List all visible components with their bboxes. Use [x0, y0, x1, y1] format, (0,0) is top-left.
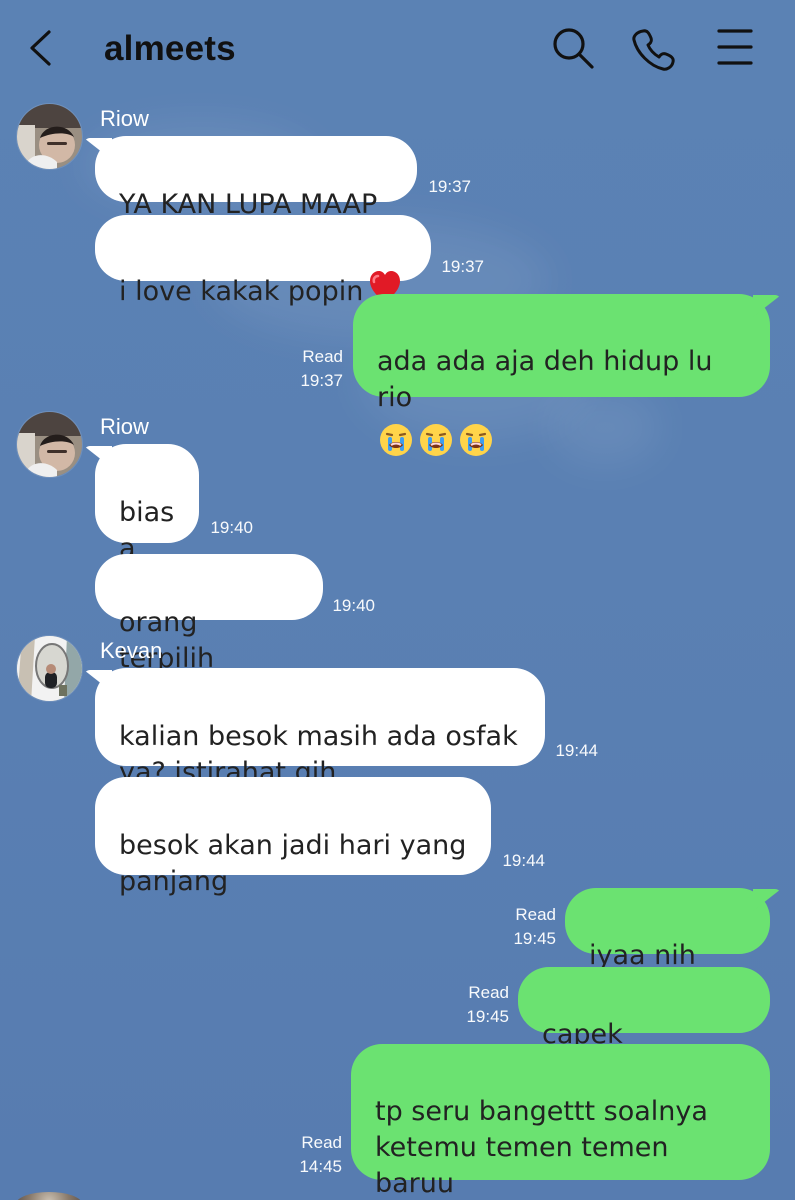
message-text: tp seru bangettt soalnya ketemu temen te…	[375, 1096, 708, 1199]
avatar-image	[17, 104, 82, 169]
read-status: Read	[515, 905, 556, 924]
message-text: i love kakak popin	[119, 276, 364, 307]
read-status: Read	[468, 983, 509, 1002]
message-meta: Read 14:45	[290, 1133, 342, 1177]
message-bubble[interactable]: capek bangettt	[518, 967, 770, 1086]
message-time: 14:45	[299, 1157, 342, 1176]
message-time: 19:45	[513, 929, 556, 948]
avatar[interactable]	[16, 103, 83, 170]
read-status: Read	[302, 347, 343, 366]
message-meta: 19:37	[436, 257, 484, 277]
message-meta: Read 19:45	[506, 905, 556, 949]
back-button[interactable]	[18, 24, 62, 72]
message-meta: 19:37	[423, 177, 471, 197]
loudly-crying-face-emoji	[377, 421, 415, 459]
message-time: 19:44	[502, 851, 545, 870]
avatar-image	[17, 636, 82, 701]
message-meta: 19:44	[550, 741, 598, 761]
message-time: 19:40	[210, 518, 253, 537]
message-bubble[interactable]: besok akan jadi hari yang panjang	[95, 777, 491, 897]
message-time: 19:45	[466, 1007, 509, 1026]
message-text: besok akan jadi hari yang panjang	[119, 830, 467, 897]
message-time: 19:37	[428, 177, 471, 196]
loudly-crying-face-emoji	[457, 421, 495, 459]
message-time: 19:37	[441, 257, 484, 276]
menu-button[interactable]	[710, 23, 760, 73]
sender-name: Riow	[100, 414, 149, 439]
message-time: 19:37	[300, 371, 343, 390]
sender-name: Kevan	[100, 638, 163, 663]
message-meta: Read 19:45	[459, 983, 509, 1027]
phone-icon	[632, 29, 675, 71]
message-bubble[interactable]: i love kakak popin	[95, 215, 431, 307]
message-bubble[interactable]: YA KAN LUPA MAAP	[95, 136, 417, 220]
search-icon	[553, 28, 594, 69]
message-time: 19:40	[332, 596, 375, 615]
emoji-row	[377, 421, 746, 459]
chevron-left-icon	[30, 30, 51, 66]
message-bubble[interactable]: kalian besok masih ada osfak ya? istirah…	[95, 668, 545, 788]
chat-header: almeets	[0, 0, 795, 96]
call-button[interactable]	[629, 23, 679, 73]
message-time: 19:44	[555, 741, 598, 760]
chat-title: almeets	[104, 29, 236, 68]
message-meta: 19:44	[497, 851, 545, 871]
message-bubble[interactable]: tp seru bangettt soalnya ketemu temen te…	[351, 1044, 770, 1199]
message-meta: Read 19:37	[293, 347, 343, 391]
avatar[interactable]	[16, 635, 83, 702]
message-meta: 19:40	[205, 518, 253, 538]
read-status: Read	[301, 1133, 342, 1152]
avatar[interactable]	[16, 411, 83, 478]
hamburger-menu-icon	[717, 29, 753, 65]
message-bubble[interactable]: orang terpilih	[95, 554, 323, 674]
message-bubble[interactable]: bias a	[95, 444, 199, 564]
chat-screen: almeets Riow YA KAN LUPA MAAP 19:37 i lo…	[0, 0, 795, 1200]
avatar-image	[17, 412, 82, 477]
search-button[interactable]	[548, 23, 598, 73]
message-text: ada ada aja deh hidup lu rio	[377, 346, 713, 413]
loudly-crying-face-emoji	[417, 421, 455, 459]
message-meta: 19:40	[327, 596, 375, 616]
message-bubble[interactable]: ada ada aja deh hidup lu rio	[353, 294, 770, 456]
sender-name: Riow	[100, 106, 149, 131]
avatar-preview	[16, 1192, 82, 1200]
message-bubble[interactable]: iyaa nih kak	[565, 888, 770, 1007]
